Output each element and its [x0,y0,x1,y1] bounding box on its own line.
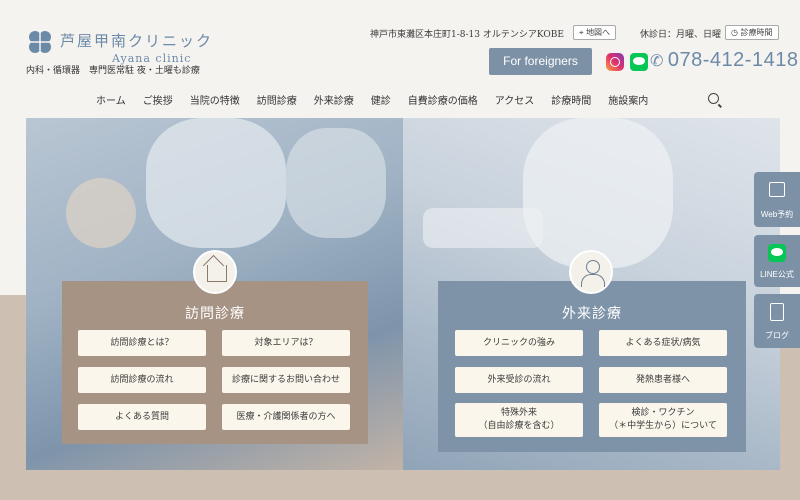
keyboard-figure [423,208,543,248]
clinic-address: 神戸市東灘区本庄町1-8-13 オルテンシアKOBE [370,30,564,40]
clinic-name-jp: 芦屋甲南クリニック [60,32,214,50]
instagram-icon[interactable] [606,53,624,71]
phone-number[interactable]: ✆ 078-412-1418 [650,49,798,72]
line-official-icon [768,244,786,262]
nurse-figure [286,128,386,238]
doctor-figure-right [523,118,673,268]
map-button[interactable]: ⌖ 地図へ [573,25,617,40]
hours-button[interactable]: ◷ 診療時間 [725,25,779,40]
web-reservation-tab[interactable]: Web予約 [754,172,800,227]
nav-item-home[interactable]: ホーム [96,92,126,108]
special-outpatient-button[interactable]: 特殊外来 （自由診療を含む） [455,403,583,437]
line-official-tab[interactable]: LINE公式 [754,235,800,287]
blog-icon [770,303,784,321]
house-doctor-icon [193,250,237,294]
nav-item-hours[interactable]: 診療時間 [551,92,591,108]
special-outpatient-line2: （自由診療を含む） [478,421,560,431]
holiday-info: 休診日：月曜、日曜 [640,30,722,40]
faq-button[interactable]: よくある質問 [78,404,206,430]
nav-item-home-visit[interactable]: 訪問診療 [257,92,297,108]
nav-item-checkup[interactable]: 健診 [371,92,391,108]
line-icon[interactable] [630,53,648,71]
patient-figure [66,178,136,248]
clinic-tagline: 内科・循環器 専門医常駐 夜・土曜も診療 [26,66,200,76]
nav-item-outpatient[interactable]: 外来診療 [314,92,354,108]
checkup-vaccine-line2: （＊中学生から）について [609,421,717,431]
nav-item-facility[interactable]: 施設案内 [608,92,648,108]
line-official-label: LINE公式 [760,270,794,279]
map-pin-icon: ⌖ [579,28,584,37]
home-visit-flow-button[interactable]: 訪問診療の流れ [78,367,206,393]
doctor-icon [569,250,613,294]
outpatient-title: 外来診療 [562,306,622,322]
nav-item-features[interactable]: 当院の特徴 [190,92,240,108]
blog-tab[interactable]: ブログ [754,294,800,348]
phone-number-text: 078-412-1418 [667,49,799,71]
outpatient-flow-button[interactable]: 外来受診の流れ [455,367,583,393]
clover-logo-icon [28,30,52,54]
site-header: 芦屋甲南クリニック Ayana clinic 内科・循環器 専門医常駐 夜・土曜… [0,18,800,118]
checkup-vaccine-button[interactable]: 検診・ワクチン （＊中学生から）について [599,403,727,437]
clinic-strengths-button[interactable]: クリニックの強み [455,330,583,356]
nav-item-greeting[interactable]: ご挨拶 [143,92,173,108]
fever-patients-button[interactable]: 発熱患者様へ [599,367,727,393]
special-outpatient-line1: 特殊外来 [500,408,537,418]
search-icon[interactable] [708,93,719,104]
calendar-icon [769,182,785,197]
map-button-label: 地図へ [586,28,611,37]
main-nav: ホーム ご挨拶 当院の特徴 訪問診療 外来診療 健診 自費診療の価格 アクセス … [96,92,665,108]
web-reservation-label: Web予約 [760,210,794,219]
nav-item-pricing[interactable]: 自費診療の価格 [408,92,478,108]
nav-item-access[interactable]: アクセス [495,92,535,108]
checkup-vaccine-line1: 検診・ワクチン [631,408,695,418]
clock-icon: ◷ [731,28,738,37]
inquiry-button[interactable]: 診療に関するお問い合わせ [222,367,350,393]
home-visit-title: 訪問診療 [185,306,245,322]
blog-label: ブログ [765,331,789,340]
phone-icon: ✆ [650,53,664,70]
home-visit-what-button[interactable]: 訪問診療とは？ [78,330,206,356]
common-symptoms-button[interactable]: よくある症状/病気 [599,330,727,356]
for-foreigners-button[interactable]: For foreigners [489,48,592,75]
medical-professionals-button[interactable]: 医療・介護関係者の方へ [222,404,350,430]
hours-button-label: 診療時間 [740,28,773,37]
doctor-figure [146,118,286,248]
target-area-button[interactable]: 対象エリアは？ [222,330,350,356]
